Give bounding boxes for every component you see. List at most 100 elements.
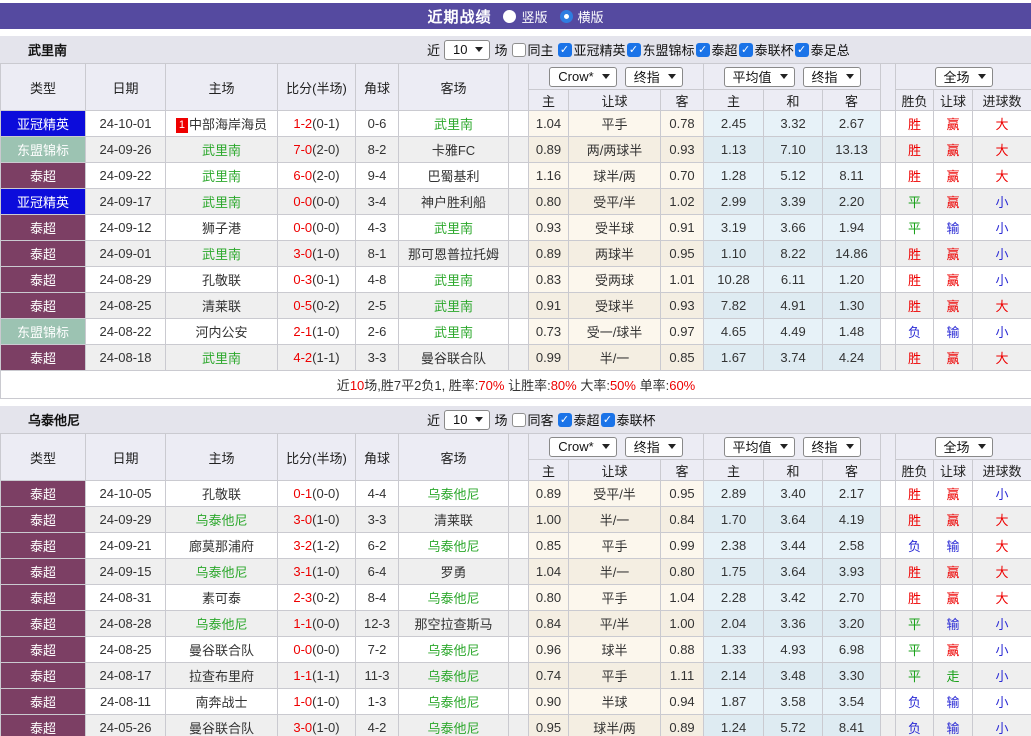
scope-select-value: 全场 (943, 70, 970, 85)
col-header-avg-draw: 和 (763, 89, 824, 111)
odds-final-select[interactable]: 终指 (624, 436, 683, 457)
same-venue-filter[interactable]: 同客 (511, 410, 554, 429)
spacer-cell (880, 662, 897, 689)
table-row: 东盟锦标 24-08-22 河内公安 2-1(1-0) 2-6 武里南 0.73 受一/球半 0… (0, 318, 1031, 345)
table-row: 泰超 24-09-21 廊莫那浦府 3-2(1-2) 6-2 乌泰他尼 0.85 平手 0.99… (0, 532, 1031, 559)
league-filter-label: 泰联杯 (754, 43, 794, 58)
vertical-layout-radio[interactable]: 竖版 (503, 7, 548, 26)
odds-handicap-cell: 平/半 (568, 610, 661, 637)
home-team-cell: 乌泰他尼 (165, 506, 278, 533)
spacer-cell (508, 506, 529, 533)
goals-result-cell: 小 (972, 662, 1031, 689)
full-time-score: 1-2 (293, 116, 313, 131)
avg-final-select[interactable]: 终指 (802, 436, 861, 457)
spacer-cell (880, 110, 897, 137)
avg-draw-cell: 5.72 (763, 714, 824, 736)
table-row: 泰超 24-08-25 清莱联 0-5(0-2) 2-5 武里南 0.91 受球半 0.93 7.… (0, 292, 1031, 319)
spacer-cell (880, 266, 897, 293)
avg-draw-cell: 5.12 (763, 162, 824, 189)
summary-segment: 让胜率: (504, 378, 551, 393)
match-count-select[interactable]: 10 (444, 39, 491, 60)
league-filter[interactable]: ✓ 泰联杯 (600, 410, 656, 429)
avg-select[interactable]: 平均值 (723, 436, 795, 457)
corner-cell: 8-4 (355, 584, 399, 611)
date-cell: 24-08-18 (85, 344, 166, 371)
odds-final-select-value: 终指 (633, 440, 660, 455)
type-badge: 泰超 (0, 610, 86, 637)
table-header-controls-row: 类型 日期 主场 比分(半场) 角球 客场 Crow* 终指 平均值 终指 全场 (0, 63, 1031, 111)
team-name: 武里南 (28, 43, 68, 58)
odds-handicap-cell: 受平/半 (568, 188, 661, 215)
league-filter[interactable]: ✓ 东盟锦标 (626, 40, 695, 59)
team-label: 中部海岸海员 (189, 117, 268, 132)
league-filter[interactable]: ✓ 泰足总 (794, 40, 850, 59)
spacer-cell (508, 532, 529, 559)
type-badge: 泰超 (0, 240, 86, 267)
half-time-score: (0-0) (312, 220, 340, 235)
type-badge: 泰超 (0, 480, 86, 507)
scope-select[interactable]: 全场 (934, 436, 993, 457)
team-label: 孔敬联 (201, 487, 241, 502)
col-header-goals-result: 进球数 (972, 89, 1031, 111)
table-row: 泰超 24-09-29 乌泰他尼 3-0(1-0) 3-3 清莱联 1.00 半/一 0.84 1… (0, 506, 1031, 533)
odds-final-select[interactable]: 终指 (624, 66, 683, 87)
team-label: 那可恩普拉托姆 (407, 247, 499, 262)
summary-segment: 60% (669, 378, 696, 393)
outcome-result-cell: 负 (895, 688, 935, 715)
half-time-score: (1-0) (312, 324, 340, 339)
league-filter[interactable]: ✓ 亚冠精英 (557, 40, 626, 59)
league-filters: ✓ 泰超 ✓ 泰联杯 (557, 410, 656, 429)
scope-select[interactable]: 全场 (934, 66, 993, 87)
results-rows: 亚冠精英 24-10-01 1 中部海岸海员 1-2(0-1) 0-6 武里南 1.04 平手 0… (0, 110, 1031, 371)
col-header-home: 主场 (165, 63, 278, 111)
odds-company-select[interactable]: Crow* (549, 66, 617, 87)
summary-cell: 近10场,胜7平2负1, 胜率:70% 让胜率:80% 大率:50% 单率:60… (0, 370, 1031, 399)
league-filter-label: 东盟锦标 (642, 43, 695, 58)
col-header-score: 比分(半场) (277, 63, 356, 111)
league-filter[interactable]: ✓ 泰联杯 (738, 40, 794, 59)
handicap-result-cell: 赢 (933, 188, 974, 215)
avg-select-value: 平均值 (732, 70, 772, 85)
avg-select[interactable]: 平均值 (723, 66, 795, 87)
odds-home-cell: 1.00 (528, 506, 569, 533)
odds-handicap-cell: 半球 (568, 688, 661, 715)
handicap-result-cell: 输 (933, 532, 974, 559)
score-cell: 2-3(0-2) (277, 584, 356, 611)
avg-away-cell: 4.19 (822, 506, 882, 533)
spacer-cell (880, 532, 897, 559)
table-row: 泰超 24-10-05 孔敬联 0-1(0-0) 4-4 乌泰他尼 0.89 受平/半 0.95… (0, 480, 1031, 507)
full-time-score: 0-5 (293, 298, 313, 313)
type-badge: 泰超 (0, 266, 86, 293)
spacer-cell (508, 136, 529, 163)
table-row: 亚冠精英 24-10-01 1 中部海岸海员 1-2(0-1) 0-6 武里南 1.04 平手 0… (0, 110, 1031, 137)
table-row: 东盟锦标 24-09-26 武里南 7-0(2-0) 8-2 卡雅FC 0.89 两/两球半 0… (0, 136, 1031, 163)
handicap-result-cell: 输 (933, 214, 974, 241)
outcome-result-cell: 胜 (895, 558, 935, 585)
summary-segment: 场,胜7平2负1, 胜率: (364, 378, 479, 393)
score-cell: 1-1(0-0) (277, 610, 356, 637)
handicap-result-cell: 赢 (933, 480, 974, 507)
odds-home-cell: 0.85 (528, 532, 569, 559)
odds-company-select[interactable]: Crow* (549, 436, 617, 457)
summary-segment: 70% (478, 378, 505, 393)
league-filter[interactable]: ✓ 泰超 (695, 40, 738, 59)
title-bar: 近期战绩 竖版 横版 (0, 3, 1031, 29)
team-label: 狮子港 (201, 221, 241, 236)
col-header-corner: 角球 (355, 433, 399, 481)
odds-home-cell: 1.16 (528, 162, 569, 189)
avg-final-select[interactable]: 终指 (802, 66, 861, 87)
odds-away-cell: 0.93 (659, 292, 705, 319)
odds-away-cell: 0.95 (659, 480, 705, 507)
odds-away-cell: 0.80 (659, 558, 705, 585)
home-team-cell: 曼谷联合队 (165, 636, 278, 663)
match-count-select[interactable]: 10 (444, 409, 491, 430)
half-time-score: (1-0) (312, 564, 340, 579)
horizontal-layout-radio[interactable]: 横版 (559, 7, 604, 26)
league-filter[interactable]: ✓ 泰超 (557, 410, 600, 429)
same-venue-filter[interactable]: 同主 (511, 40, 554, 59)
corner-cell: 7-2 (355, 636, 399, 663)
avg-away-cell: 1.48 (822, 318, 882, 345)
full-time-score: 0-0 (293, 220, 313, 235)
spacer-cell (508, 636, 529, 663)
team-label: 神户胜利船 (420, 195, 486, 210)
